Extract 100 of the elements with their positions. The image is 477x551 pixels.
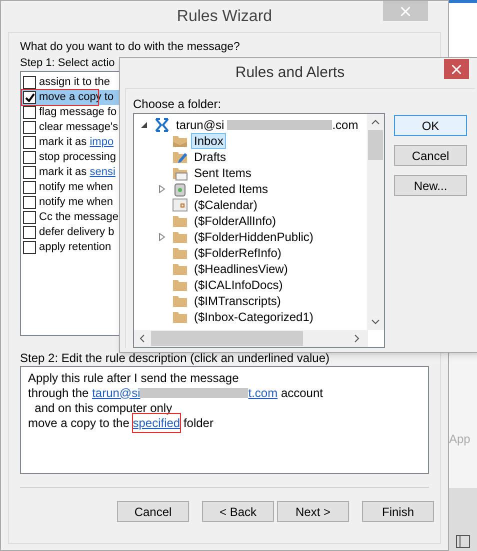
action-label: stop processing <box>39 150 116 166</box>
inbox-icon <box>172 133 188 149</box>
folder-item[interactable]: Inbox <box>191 133 226 149</box>
wizard-button[interactable]: Finish <box>362 501 434 522</box>
checkbox[interactable] <box>23 196 36 209</box>
checkbox[interactable] <box>23 166 36 179</box>
action-label: clear message's <box>39 120 118 136</box>
folder-icon <box>172 261 188 277</box>
question-label: What do you want to do with the message? <box>20 40 240 55</box>
action-label: Cc the message <box>39 210 118 226</box>
action-item[interactable]: notify me when <box>21 195 119 210</box>
action-label: assign it to the <box>39 75 110 90</box>
checkbox[interactable] <box>23 136 36 149</box>
drafts-icon <box>172 149 188 165</box>
expand-arrow-icon[interactable] <box>159 233 165 241</box>
action-item[interactable]: stop processing <box>21 150 119 165</box>
scroll-thumb[interactable] <box>151 331 303 346</box>
sent-icon <box>172 165 188 181</box>
wizard-button[interactable]: < Back <box>202 501 274 522</box>
dialog-title: Rules and Alerts <box>235 62 346 83</box>
action-item[interactable]: clear message's <box>21 120 119 135</box>
wizard-button[interactable]: Cancel <box>117 501 189 522</box>
checkbox[interactable] <box>23 241 36 254</box>
action-item[interactable]: assign it to the <box>21 75 119 90</box>
folder-item[interactable]: Sent Items <box>191 165 254 181</box>
folder-icon <box>172 213 188 229</box>
folder-icon <box>172 245 188 261</box>
folder-item[interactable]: ($HeadlinesView) <box>191 261 291 277</box>
prompt-label: Choose a folder: <box>133 97 222 111</box>
horizontal-scrollbar[interactable] <box>134 330 368 347</box>
checkbox[interactable] <box>23 211 36 224</box>
scroll-left-icon[interactable] <box>139 334 145 343</box>
check-icon <box>24 93 34 102</box>
calendar-icon <box>172 197 188 213</box>
reading-pane-icon[interactable] <box>456 535 470 548</box>
dialog-button[interactable]: New... <box>394 175 467 196</box>
scroll-thumb[interactable] <box>368 130 383 160</box>
folder-item[interactable]: ($Inbox-Categorized1) <box>191 309 316 325</box>
action-label: notify me when <box>39 180 113 196</box>
description-text: move a copy to the <box>28 414 130 432</box>
step-label: Step 1: Select actio <box>20 56 115 71</box>
description-text: and on this computer only <box>34 400 172 416</box>
folder-item[interactable]: ($FolderAllInfo) <box>191 213 280 229</box>
trash-icon <box>172 181 188 197</box>
checkbox[interactable] <box>23 121 36 134</box>
folder-item[interactable]: ($Calendar) <box>191 197 260 213</box>
dialog-button[interactable]: Cancel <box>394 145 467 166</box>
checkbox[interactable] <box>23 226 36 239</box>
wizard-button[interactable]: Next > <box>277 501 349 522</box>
folder-icon <box>172 309 188 325</box>
collapse-arrow-icon[interactable] <box>141 122 147 128</box>
folder-item[interactable]: Deleted Items <box>191 181 272 197</box>
folder-item[interactable]: Drafts <box>191 149 230 165</box>
expand-arrow-icon[interactable] <box>159 185 165 193</box>
action-item[interactable]: Cc the message <box>21 210 119 225</box>
checkbox[interactable] <box>23 76 36 89</box>
scroll-right-icon[interactable] <box>354 334 360 343</box>
folder-item[interactable]: tarun@si <box>173 117 228 133</box>
action-label: notify me when <box>39 195 113 210</box>
description-text: folder <box>182 414 214 432</box>
action-item[interactable]: apply retention <box>21 240 119 255</box>
checkbox[interactable] <box>23 181 36 194</box>
folder-item[interactable]: ($FolderHiddenPublic) <box>191 229 316 245</box>
action-item[interactable]: mark it as impo <box>21 135 119 150</box>
folder-icon <box>172 277 188 293</box>
folder-item[interactable]: ($IMTranscripts) <box>191 293 284 309</box>
step-label: Step 2: Edit the rule description (click an underlined value) <box>20 350 331 366</box>
folder-item[interactable]: ($FolderRefInfo) <box>191 245 284 261</box>
description-text: through the <box>28 384 90 402</box>
action-label: flag message fo <box>39 105 117 120</box>
description-link[interactable]: t.com <box>248 384 278 402</box>
vertical-scrollbar[interactable] <box>367 114 384 330</box>
action-label: mark it as <box>39 135 88 150</box>
scroll-down-icon[interactable] <box>371 319 380 325</box>
action-item[interactable]: notify me when <box>21 180 119 195</box>
close-icon <box>401 6 410 16</box>
action-label: apply retention <box>39 240 112 256</box>
description-link[interactable]: specified <box>132 414 180 432</box>
action-link[interactable]: impo <box>90 134 114 151</box>
dialog-button[interactable]: OK <box>394 115 467 136</box>
action-item[interactable]: defer delivery b <box>21 225 119 240</box>
action-item[interactable]: flag message fo <box>21 105 119 120</box>
description-link[interactable]: tarun@si <box>92 384 140 402</box>
description-text: Apply this rule after I send the message <box>28 370 239 386</box>
description-text: account <box>280 384 323 402</box>
account-icon <box>154 117 170 133</box>
checkbox[interactable] <box>23 106 36 119</box>
action-label: defer delivery b <box>39 225 114 240</box>
checkbox[interactable] <box>23 151 36 164</box>
scroll-up-icon[interactable] <box>371 119 380 125</box>
action-item[interactable]: mark it as sensi <box>21 165 119 180</box>
close-button[interactable] <box>444 59 469 79</box>
folder-item[interactable]: ($ICALInfoDocs) <box>191 277 286 293</box>
folder-icon <box>172 229 188 245</box>
action-label: mark it as <box>39 165 88 180</box>
action-link[interactable]: sensi <box>90 164 116 181</box>
close-icon <box>452 64 461 74</box>
window-title: Rules Wizard <box>176 6 272 26</box>
account-domain: .com <box>332 117 358 134</box>
checkbox[interactable] <box>23 91 36 104</box>
